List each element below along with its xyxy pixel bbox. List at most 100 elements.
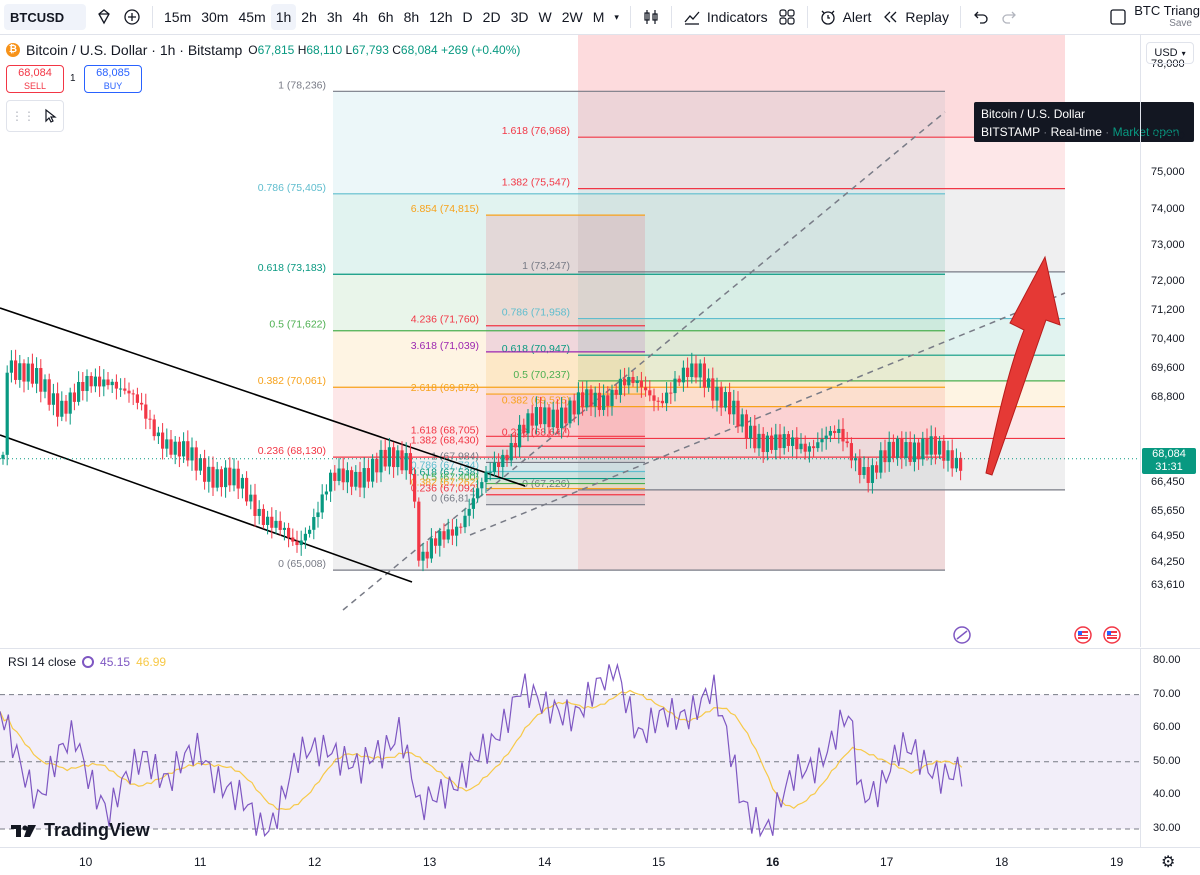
- interval-D[interactable]: D: [458, 4, 478, 30]
- sell-button[interactable]: 68,084 SELL: [6, 65, 64, 93]
- time-axis[interactable]: 10 11 12 13 14 15 16 17 18 19 ⚙: [0, 847, 1200, 875]
- replay-button[interactable]: Replay: [876, 4, 954, 30]
- chevron-down-icon[interactable]: ▾: [609, 4, 624, 30]
- fib_c-label: 0.5 (70,237): [513, 369, 570, 381]
- settings-gear-icon[interactable]: ⚙: [1161, 852, 1175, 872]
- price-axis[interactable]: 78,000 76,000 75,000 74,000 73,000 72,000 71,2…: [1140, 35, 1200, 647]
- price-tick: 72,000: [1151, 275, 1185, 288]
- rsi-settings-icon[interactable]: [82, 656, 95, 668]
- chart-canvas[interactable]: 1 (78,236) 0.786 (75,405) 0.618 (73,183) 0.…: [0, 35, 1140, 647]
- candle-body: [18, 363, 22, 380]
- fib_c-label: 0.382 (69,526): [502, 395, 570, 407]
- candle-body: [757, 433, 761, 449]
- undo-icon[interactable]: [967, 4, 995, 30]
- buy-button[interactable]: 68,085 BUY: [84, 65, 142, 93]
- interval-45m[interactable]: 45m: [233, 4, 270, 30]
- candle-body: [933, 436, 937, 455]
- interval-12h[interactable]: 12h: [424, 4, 457, 30]
- sell-label: SELL: [23, 81, 47, 91]
- interval-2D[interactable]: 2D: [478, 4, 506, 30]
- candle-body: [807, 446, 811, 452]
- candle-body: [891, 441, 895, 458]
- candle-body: [316, 512, 320, 518]
- interval-3h[interactable]: 3h: [322, 4, 348, 30]
- rsi-legend: RSI 14 close 45.15 46.99: [8, 655, 166, 669]
- candle-body: [291, 537, 295, 542]
- fib_c-label: 0.618 (70,947): [502, 343, 570, 355]
- low-value: 67,793: [352, 43, 389, 57]
- candle-body: [366, 468, 370, 482]
- rsi-canvas[interactable]: [0, 649, 1140, 847]
- fib_c-label: 0.786 (71,958): [502, 307, 570, 319]
- candle-body: [858, 458, 862, 476]
- candle-body: [866, 467, 870, 483]
- interval-2W[interactable]: 2W: [557, 4, 588, 30]
- chevron-down-icon: ▾: [1181, 48, 1186, 58]
- close-value: 68,084: [400, 43, 438, 57]
- candle-body: [131, 393, 135, 395]
- price-tick: 70,400: [1151, 332, 1185, 345]
- candle-body: [631, 377, 635, 384]
- candle-body: [648, 390, 652, 396]
- candle-body: [782, 434, 786, 449]
- candle-body: [387, 447, 391, 467]
- us-flag-icon[interactable]: [1074, 626, 1092, 644]
- candle-body: [728, 392, 732, 415]
- candle-body: [589, 389, 593, 407]
- interval-15m[interactable]: 15m: [159, 4, 196, 30]
- candle-body: [791, 437, 795, 446]
- candle-body: [404, 453, 408, 471]
- drag-handle-icon[interactable]: ⋮⋮: [11, 109, 35, 123]
- redo-icon[interactable]: [995, 4, 1023, 30]
- layout-name-box[interactable]: BTC Triang Save: [1132, 4, 1200, 30]
- alert-button[interactable]: Alert: [814, 4, 877, 30]
- candle-body: [93, 376, 97, 387]
- rsi-axis[interactable]: 80.00 70.00 60.00 50.00 40.00 30.00: [1140, 648, 1200, 847]
- rsi-tick: 60.00: [1153, 721, 1181, 734]
- tooltip-feed: Real-time: [1050, 125, 1102, 139]
- price-tick: 75,000: [1151, 166, 1185, 179]
- candle-body: [186, 441, 190, 461]
- cursor-icon[interactable]: [43, 108, 59, 124]
- candle-body: [656, 400, 660, 402]
- layout-checkbox-icon[interactable]: [1104, 4, 1132, 30]
- candle-body: [753, 425, 757, 449]
- candle-body: [938, 440, 942, 455]
- time-tick: 14: [538, 855, 552, 869]
- indicators-label: Indicators: [706, 9, 768, 25]
- event-crypto-icon[interactable]: [953, 626, 971, 644]
- candle-body: [522, 424, 526, 434]
- interval-M[interactable]: M: [588, 4, 610, 30]
- candle-body: [165, 439, 169, 449]
- candle-body: [266, 516, 270, 525]
- interval-8h[interactable]: 8h: [399, 4, 425, 30]
- candle-body: [555, 409, 559, 429]
- add-symbol-icon[interactable]: [118, 4, 146, 30]
- candle-body: [723, 392, 727, 408]
- main-chart[interactable]: 1 (78,236) 0.786 (75,405) 0.618 (73,183) 0.…: [0, 35, 1140, 647]
- alarm-clock-icon: [820, 10, 835, 25]
- indicators-button[interactable]: Indicators: [678, 4, 773, 30]
- symbol-search[interactable]: BTCUSD: [4, 4, 86, 30]
- candle-body: [102, 379, 106, 387]
- interval-1h[interactable]: 1h: [270, 4, 297, 30]
- interval-4h[interactable]: 4h: [347, 4, 373, 30]
- diamond-icon[interactable]: [90, 4, 118, 30]
- interval-30m[interactable]: 30m: [196, 4, 233, 30]
- candle-body: [614, 389, 618, 395]
- currency-selector[interactable]: USD ▾: [1146, 42, 1194, 64]
- interval-2h[interactable]: 2h: [296, 4, 322, 30]
- candle-body: [778, 434, 782, 449]
- candle-body: [812, 446, 816, 449]
- candles-icon[interactable]: [637, 4, 665, 30]
- interval-6h[interactable]: 6h: [373, 4, 399, 30]
- symbol-label: BTCUSD: [10, 9, 65, 25]
- time-tick: 17: [880, 855, 894, 869]
- interval-3D[interactable]: 3D: [506, 4, 534, 30]
- candle-body: [110, 381, 114, 386]
- rsi-pane[interactable]: [0, 648, 1140, 847]
- templates-icon[interactable]: [773, 4, 801, 30]
- candle-body: [610, 389, 614, 406]
- interval-W[interactable]: W: [533, 4, 556, 30]
- us-flag-icon[interactable]: [1103, 626, 1121, 644]
